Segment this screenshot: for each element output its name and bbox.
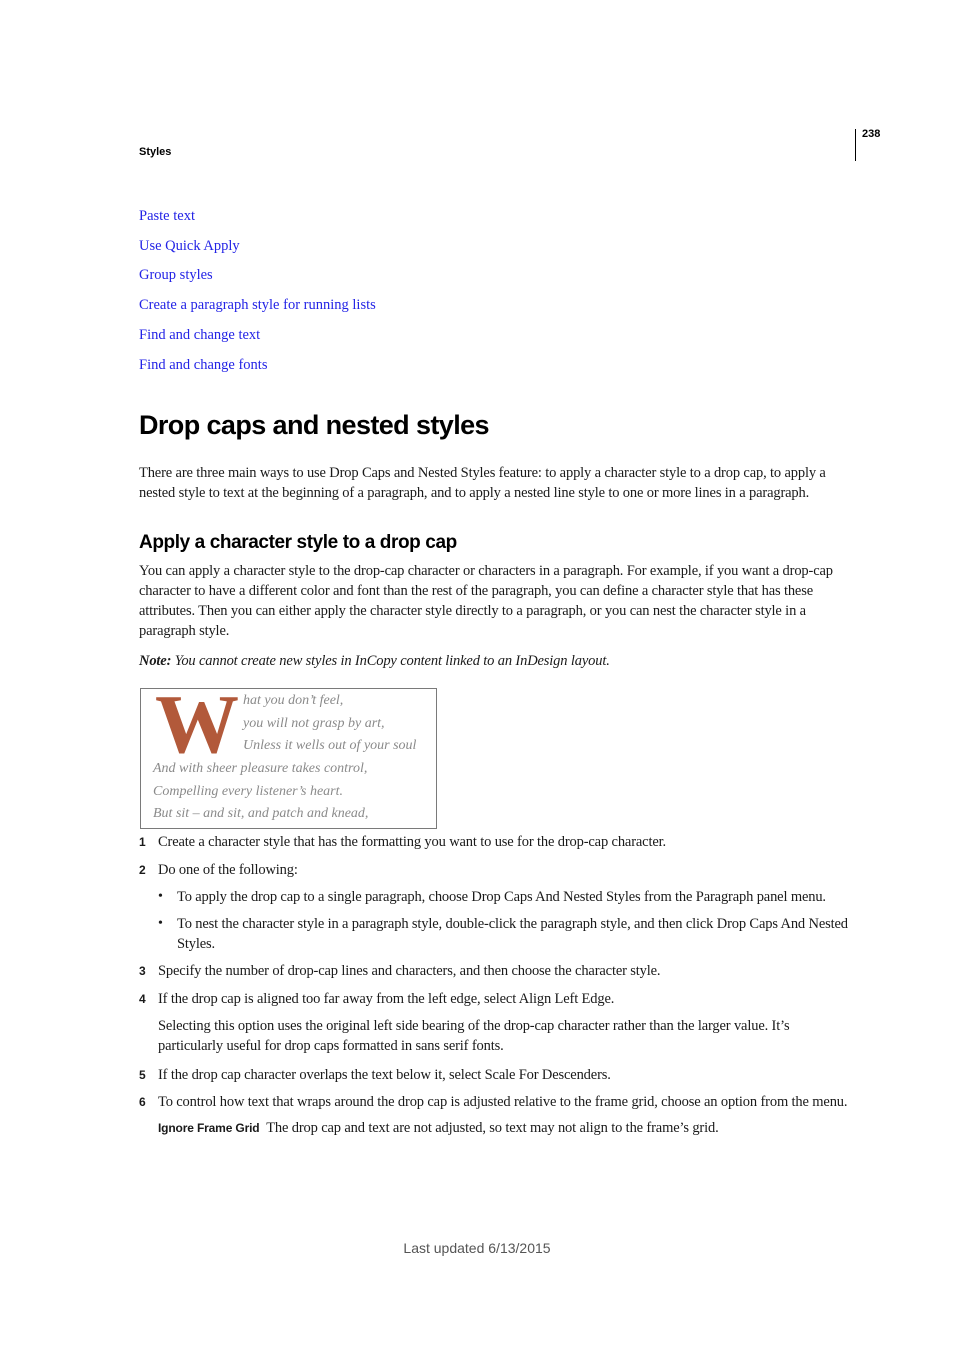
link-group-styles[interactable]: Group styles [139,261,376,291]
steps-list: 1 Create a character style that has the … [139,832,854,1138]
note-text: You cannot create new styles in InCopy c… [171,653,610,669]
step-number: 4 [139,992,146,1006]
option-term: Ignore Frame Grid [158,1121,260,1135]
step-number: 3 [139,964,146,978]
step-6-option: Ignore Frame Grid The drop cap and text … [139,1118,854,1138]
link-running-lists[interactable]: Create a paragraph style for running lis… [139,291,376,321]
poem-line: And with sheer pleasure takes control, [153,761,368,776]
bullet-icon: • [158,889,163,904]
step-6: 6 To control how text that wraps around … [139,1092,854,1112]
step-text: If the drop cap character overlaps the t… [158,1067,611,1083]
link-find-change-fonts[interactable]: Find and change fonts [139,351,376,381]
poem-indented-lines: hat you don’t feel, you will not grasp b… [243,690,416,758]
bullet-icon: • [158,916,163,931]
related-links: Paste text Use Quick Apply Group styles … [139,202,376,380]
step-2-bullet: • To apply the drop cap to a single para… [139,887,854,907]
note: Note: You cannot create new styles in In… [139,651,610,671]
step-number: 2 [139,863,146,877]
intro-paragraph: There are three main ways to use Drop Ca… [139,465,826,501]
section-heading: Apply a character style to a drop cap [139,532,457,553]
step-5: 5 If the drop cap character overlaps the… [139,1065,854,1085]
step-text: Specify the number of drop-cap lines and… [158,963,661,979]
step-1: 1 Create a character style that has the … [139,832,854,852]
section-body: You can apply a character style to the d… [139,563,833,639]
step-text: If the drop cap is aligned too far away … [158,991,615,1007]
poem-full-lines: And with sheer pleasure takes control, C… [153,758,368,826]
step-3: 3 Specify the number of drop-cap lines a… [139,961,854,981]
poem-line: Compelling every listener’s heart. [153,783,344,799]
drop-cap-example-figure: W hat you don’t feel, you will not grasp… [140,683,437,829]
step-4: 4 If the drop cap is aligned too far awa… [139,989,854,1009]
step-text: Create a character style that has the fo… [158,834,666,850]
step-detail-text: Selecting this option uses the original … [158,1018,790,1054]
link-find-change-text[interactable]: Find and change text [139,321,376,351]
page-title: Drop caps and nested styles [139,410,490,440]
drop-cap-letter: W [155,678,239,771]
step-text: To control how text that wraps around th… [158,1094,848,1110]
step-2: 2 Do one of the following: [139,860,854,880]
option-description: The drop cap and text are not adjusted, … [266,1120,719,1136]
last-updated-footer: Last updated 6/13/2015 [403,1240,551,1256]
link-use-quick-apply[interactable]: Use Quick Apply [139,232,376,262]
bullet-text: To nest the character style in a paragra… [177,916,848,952]
page-number: 238 [862,128,881,140]
step-number: 5 [139,1068,146,1082]
step-number: 6 [139,1095,146,1109]
step-2-bullet: • To nest the character style in a parag… [139,914,854,954]
poem-line: Unless it wells out of your soul [243,738,417,754]
bullet-text: To apply the drop cap to a single paragr… [177,889,826,905]
note-label: Note: [139,653,172,669]
link-paste-text[interactable]: Paste text [139,202,376,232]
poem-line: hat you don’t feel, [243,693,344,708]
step-text: Do one of the following: [158,862,298,878]
poem-line: But sit – and sit, and patch and knead, [153,806,369,822]
poem-line: you will not grasp by art, [243,715,385,731]
running-header-section: Styles [139,146,172,158]
step-4-detail: Selecting this option uses the original … [139,1016,854,1056]
step-number: 1 [139,835,146,849]
header-divider [855,129,856,161]
